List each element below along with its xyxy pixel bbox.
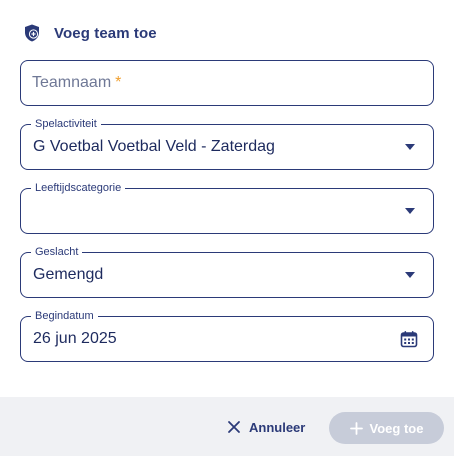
- dialog-title: Voeg team toe: [54, 24, 157, 42]
- dialog-footer: Annuleer Voeg toe: [0, 397, 454, 456]
- teamname-placeholder: Teamnaam *: [32, 61, 121, 105]
- teamname-placeholder-text: Teamnaam: [32, 74, 112, 91]
- age-category-select[interactable]: Leeftijdscategorie: [20, 181, 434, 234]
- activity-select[interactable]: Spelactiviteit G Voetbal Voetbal Veld - …: [20, 117, 434, 170]
- start-date-value: 26 jun 2025: [33, 330, 117, 347]
- add-team-button[interactable]: Voeg toe: [329, 412, 444, 444]
- add-label: Voeg toe: [369, 420, 424, 436]
- cancel-button[interactable]: Annuleer: [227, 417, 305, 437]
- dialog-header: Voeg team toe: [22, 22, 157, 44]
- age-category-label: Leeftijdscategorie: [31, 181, 126, 195]
- gender-select[interactable]: Geslacht Gemengd: [20, 245, 434, 298]
- close-icon: [228, 421, 240, 433]
- teamname-field[interactable]: Teamnaam *: [20, 60, 434, 106]
- activity-value: G Voetbal Voetbal Veld - Zaterdag: [33, 138, 275, 155]
- add-team-dialog: Voeg team toe Teamnaam * Spelactiviteit …: [0, 0, 454, 456]
- chevron-down-icon[interactable]: [405, 144, 415, 150]
- gender-value: Gemengd: [33, 266, 104, 283]
- required-marker: *: [115, 74, 122, 91]
- calendar-icon[interactable]: [400, 330, 418, 348]
- plus-icon: [349, 421, 363, 435]
- shield-plus-icon: [22, 23, 42, 43]
- chevron-down-icon[interactable]: [405, 272, 415, 278]
- cancel-label: Annuleer: [249, 419, 306, 435]
- chevron-down-icon[interactable]: [405, 208, 415, 214]
- start-date-field[interactable]: Begindatum 26 jun 2025: [20, 309, 434, 362]
